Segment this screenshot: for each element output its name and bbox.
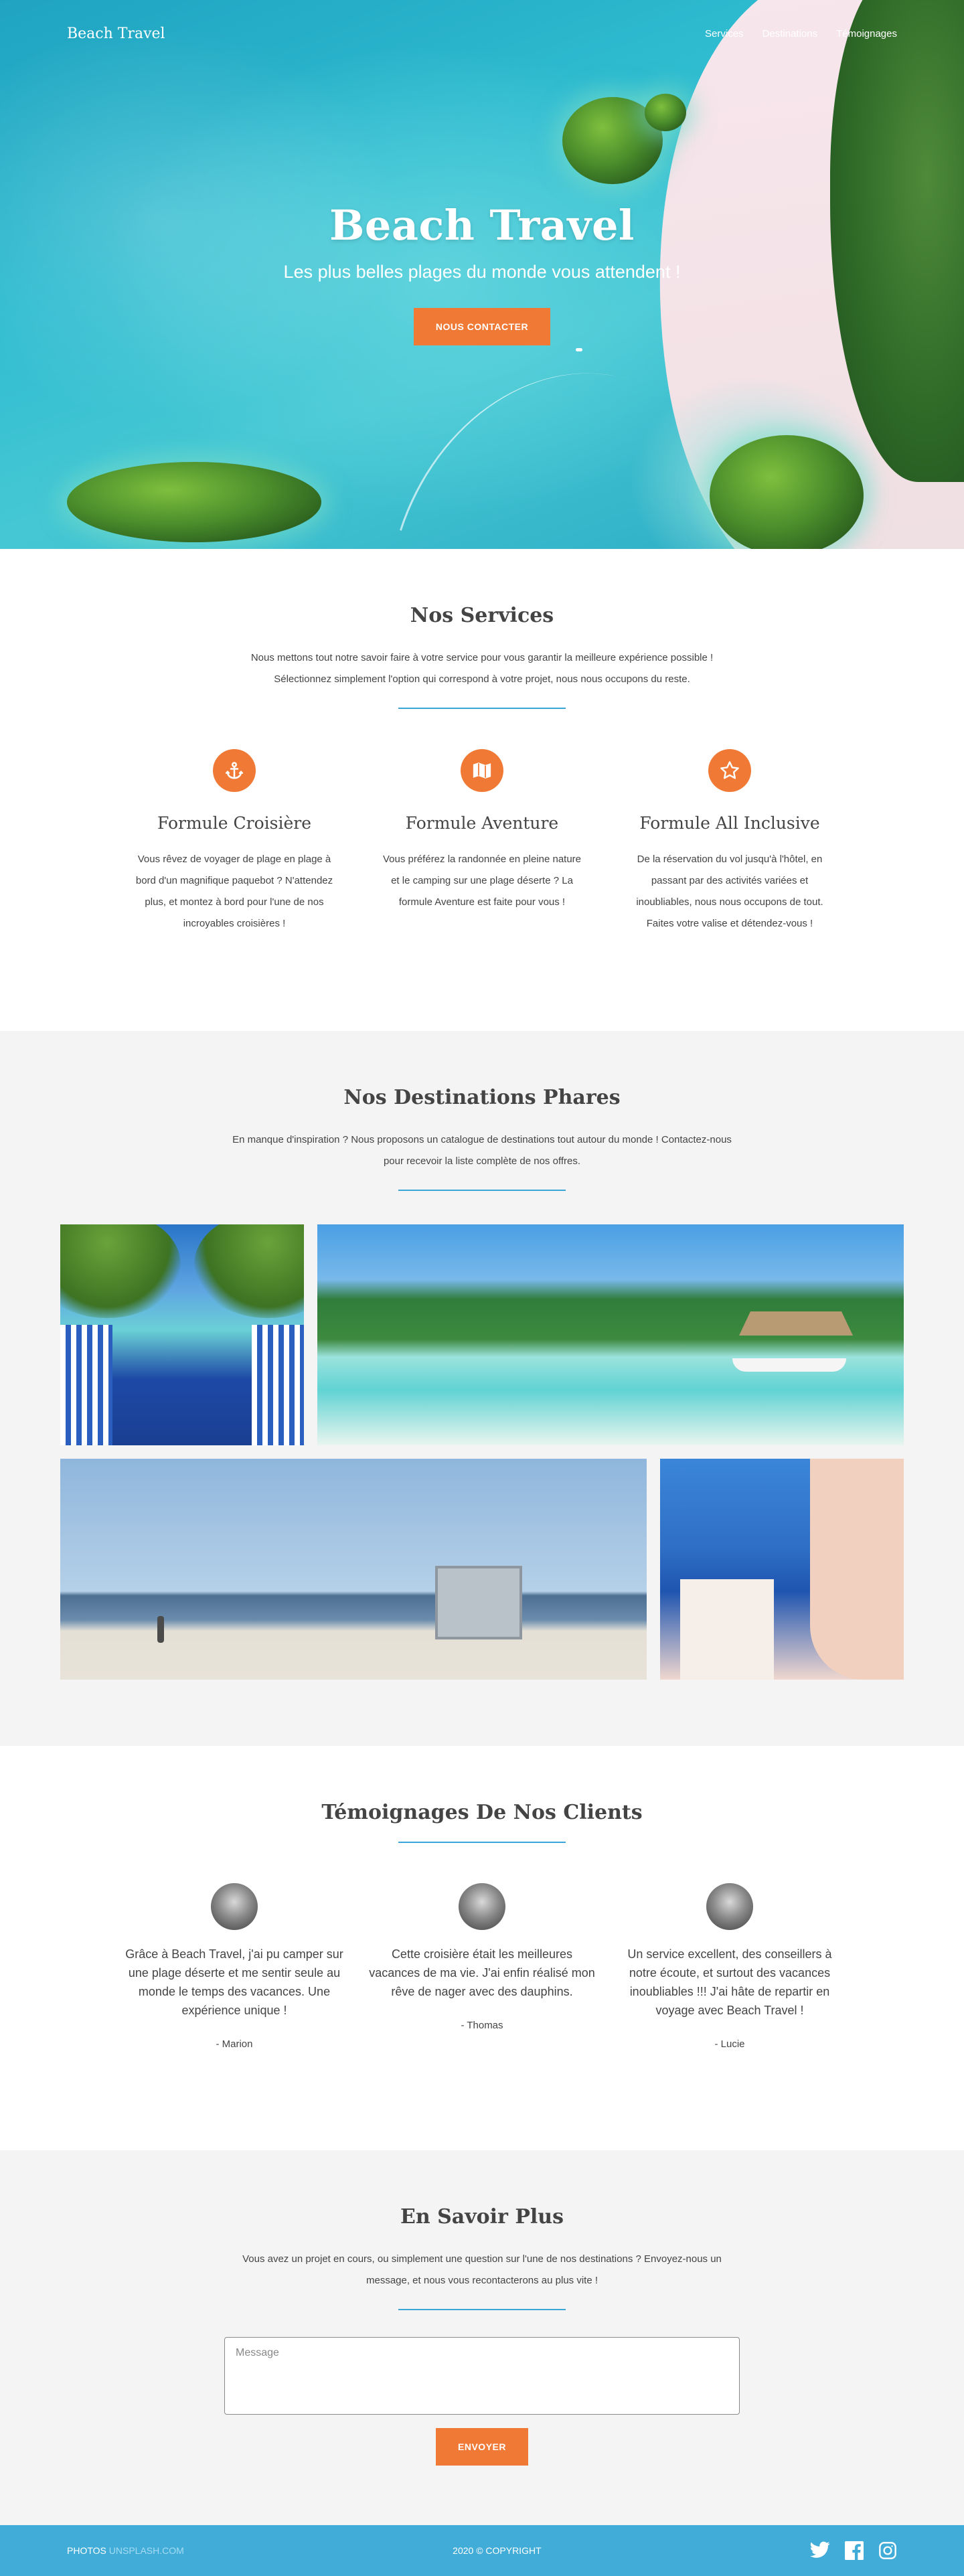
- stairway: [680, 1579, 774, 1680]
- lifeguard-tower: [435, 1566, 522, 1639]
- credit-prefix: PHOTOS: [67, 2545, 106, 2556]
- nav-link-destinations[interactable]: Destinations: [762, 28, 818, 39]
- contact-us-button[interactable]: Nous contacter: [414, 308, 550, 345]
- services-grid: Formule Croisière Vous rêvez de voyager …: [120, 749, 843, 935]
- service-description: Vous préférez la randonnée en pleine nat…: [382, 854, 582, 908]
- photo-greek-coast[interactable]: [660, 1459, 904, 1680]
- hero-section: Beach Travel Services Destinations Témoi…: [0, 0, 964, 549]
- hero-boat: [576, 348, 582, 351]
- anchor-icon: [213, 749, 256, 792]
- service-card-cruise: Formule Croisière Vous rêvez de voyager …: [120, 749, 348, 935]
- section-title: Nos Services: [410, 604, 554, 627]
- star-icon: [708, 749, 751, 792]
- contact-section: En Savoir Plus Vous avez un projet en co…: [0, 2150, 964, 2525]
- avatar: [459, 1883, 505, 1930]
- service-description: De la réservation du vol jusqu'à l'hôtel…: [636, 854, 823, 929]
- service-title: Formule All Inclusive: [639, 813, 820, 833]
- testimonials-section: Témoignages De Nos Clients Grâce à Beach…: [0, 1746, 964, 2150]
- photo-tropical-boat[interactable]: [317, 1224, 904, 1445]
- avatar: [706, 1883, 753, 1930]
- boat-roof: [739, 1311, 853, 1336]
- section-divider: [398, 1190, 566, 1191]
- testimonial-text: Cette croisière était les meilleures vac…: [369, 1947, 595, 1998]
- hero-title: Beach Travel: [329, 201, 635, 250]
- gallery-row: [60, 1224, 904, 1445]
- section-divider: [398, 2309, 566, 2310]
- destinations-section: Nos Destinations Phares En manque d'insp…: [0, 1031, 964, 1746]
- message-field[interactable]: [224, 2337, 740, 2415]
- map-icon: [461, 749, 503, 792]
- palm-leaves: [194, 1224, 304, 1318]
- service-title: Formule Aventure: [405, 813, 559, 833]
- pier-railing: [60, 1325, 112, 1445]
- service-title: Formule Croisière: [157, 813, 312, 833]
- section-intro: Nous mettons tout notre savoir faire à v…: [250, 652, 714, 685]
- service-card-all-inclusive: Formule All Inclusive De la réservation …: [616, 749, 843, 935]
- brand-logo[interactable]: Beach Travel: [67, 25, 165, 42]
- testimonials-grid: Grâce à Beach Travel, j'ai pu camper sur…: [120, 1883, 843, 2050]
- twitter-icon[interactable]: [809, 2541, 830, 2560]
- footer: PHOTOS UNSPLASH.COM 2020 © COPYRIGHT: [0, 2525, 964, 2576]
- pier-railing: [252, 1325, 304, 1445]
- photo-beach-pier[interactable]: [60, 1224, 304, 1445]
- services-section: Nos Services Nous mettons tout notre sav…: [0, 549, 964, 1031]
- hero-islet: [645, 94, 686, 131]
- facebook-icon[interactable]: [844, 2541, 864, 2560]
- section-intro: Vous avez un projet en cours, ou simplem…: [242, 2253, 722, 2286]
- unsplash-link[interactable]: UNSPLASH.COM: [109, 2545, 184, 2556]
- top-navigation: Beach Travel Services Destinations Témoi…: [0, 0, 964, 67]
- testimonial-author: - Thomas: [461, 2020, 503, 2031]
- section-divider: [398, 1842, 566, 1843]
- section-intro: En manque d'inspiration ? Nous proposons…: [232, 1134, 732, 1167]
- hero-content: Beach Travel Les plus belles plages du m…: [0, 201, 964, 345]
- instagram-icon[interactable]: [878, 2541, 897, 2560]
- section-title: Nos Destinations Phares: [343, 1086, 621, 1109]
- testimonial-card: Grâce à Beach Travel, j'ai pu camper sur…: [120, 1883, 348, 2050]
- gallery-row: [60, 1459, 904, 1680]
- testimonial-card: Un service excellent, des conseillers à …: [616, 1883, 843, 2050]
- destinations-gallery: [60, 1224, 904, 1680]
- hero-subtitle: Les plus belles plages du monde vous att…: [283, 262, 681, 282]
- boat-hull: [732, 1358, 846, 1372]
- service-description: Vous rêvez de voyager de plage en plage …: [135, 854, 333, 929]
- hero-island-left: [67, 462, 321, 542]
- avatar: [211, 1883, 258, 1930]
- palm-leaves: [60, 1224, 181, 1318]
- beach-walker: [157, 1616, 164, 1643]
- nav-link-testimonials[interactable]: Témoignages: [836, 28, 897, 39]
- testimonial-author: - Lucie: [714, 2038, 745, 2050]
- nav-menu: Services Destinations Témoignages: [705, 28, 897, 39]
- section-title: Témoignages De Nos Clients: [321, 1801, 643, 1824]
- section-divider: [398, 708, 566, 709]
- section-title: En Savoir Plus: [400, 2205, 564, 2229]
- photo-lifeguard-tower[interactable]: [60, 1459, 647, 1680]
- testimonial-card: Cette croisière était les meilleures vac…: [368, 1883, 596, 2050]
- testimonial-text: Un service excellent, des conseillers à …: [627, 1947, 832, 2017]
- white-building: [810, 1459, 904, 1680]
- copyright: 2020 © COPYRIGHT: [453, 2545, 542, 2556]
- testimonial-author: - Marion: [216, 2038, 253, 2050]
- hero-boat-wake: [399, 326, 632, 549]
- social-links: [809, 2541, 897, 2560]
- hero-island-right: [710, 435, 864, 549]
- testimonial-text: Grâce à Beach Travel, j'ai pu camper sur…: [125, 1947, 343, 2017]
- service-card-adventure: Formule Aventure Vous préférez la randon…: [368, 749, 596, 935]
- photo-credit: PHOTOS UNSPLASH.COM: [67, 2545, 184, 2556]
- send-button[interactable]: Envoyer: [436, 2428, 528, 2466]
- nav-link-services[interactable]: Services: [705, 28, 744, 39]
